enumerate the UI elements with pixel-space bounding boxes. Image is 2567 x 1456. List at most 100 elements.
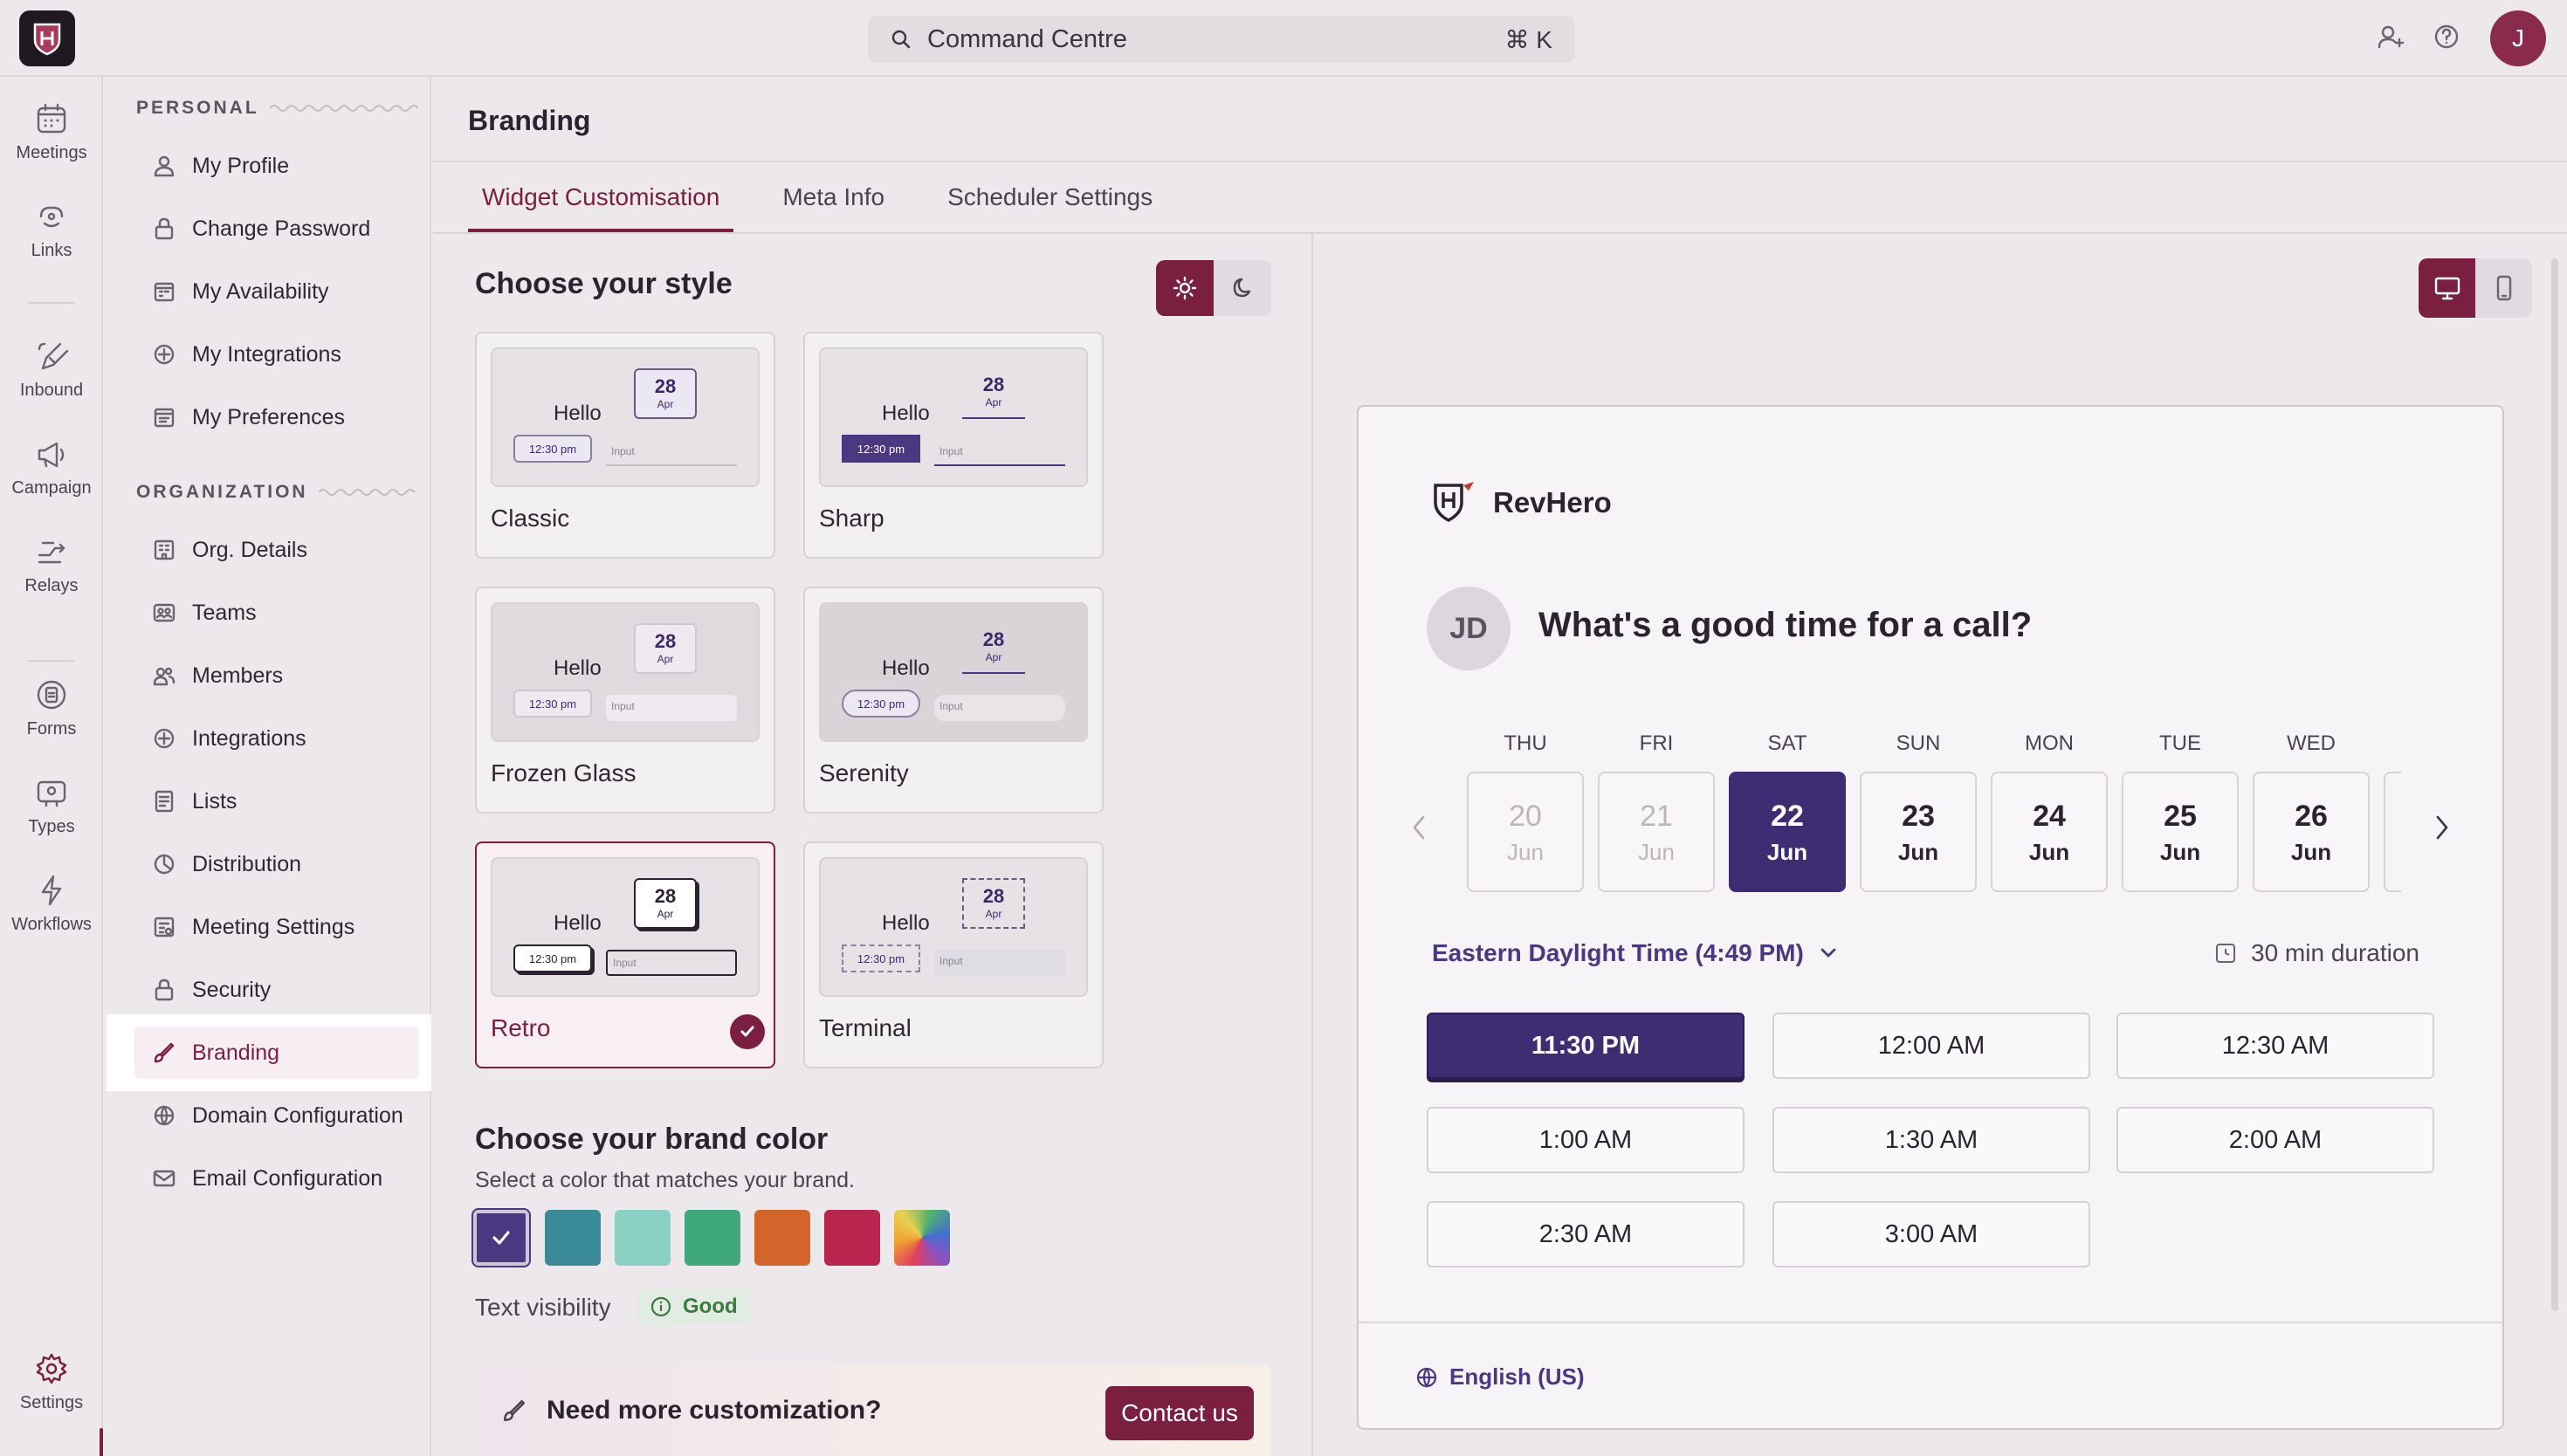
rail-workflows[interactable]: Workflows — [0, 873, 103, 935]
color-swatch-teal[interactable] — [545, 1210, 601, 1266]
dark-mode-button[interactable] — [1214, 260, 1271, 316]
rail-label: Settings — [19, 1393, 84, 1412]
rail-relays[interactable]: Relays — [0, 534, 103, 596]
date-cell[interactable]: 26 Jun — [2253, 772, 2370, 892]
style-name: Sharp — [819, 505, 884, 532]
time-slot[interactable]: 3:00 AM — [1772, 1201, 2090, 1267]
time-slot[interactable]: 2:00 AM — [2116, 1107, 2434, 1173]
preview-hello: Hello — [554, 911, 602, 935]
time-slot[interactable]: 2:30 AM — [1427, 1201, 1745, 1267]
style-card-sharp[interactable]: Hello 28 Apr 12:30 pm Input Sharp — [803, 332, 1104, 559]
sidebar-item-domain-configuration[interactable]: Domain Configuration — [134, 1089, 419, 1142]
rail-campaign[interactable]: Campaign — [0, 436, 103, 498]
availability-icon — [154, 282, 175, 302]
sidebar-item-email-configuration[interactable]: Email Configuration — [134, 1152, 419, 1205]
rail-label: Campaign — [11, 478, 92, 498]
command-centre-search[interactable]: Command Centre ⌘ K — [868, 16, 1575, 63]
date-cell[interactable]: 23 Jun — [1860, 772, 1977, 892]
brush-icon — [504, 1400, 525, 1421]
preview-input: Input — [934, 950, 1065, 976]
sidebar-item-lists[interactable]: Lists — [134, 775, 419, 828]
color-swatch-green[interactable] — [685, 1210, 740, 1266]
color-swatch-orange[interactable] — [754, 1210, 810, 1266]
rail-divider — [28, 302, 75, 304]
color-swatch-custom[interactable] — [894, 1210, 950, 1266]
sidebar-item-change-password[interactable]: Change Password — [134, 203, 419, 255]
preview-date: 28 Apr — [962, 623, 1025, 674]
preview-hello: Hello — [554, 402, 602, 425]
chevron-left-icon[interactable] — [1407, 812, 1432, 843]
help-icon[interactable] — [2433, 23, 2460, 51]
search-icon — [891, 30, 911, 49]
style-card-frozen-glass[interactable]: Hello 28 Apr 12:30 pm Input Frozen Glass — [475, 587, 775, 814]
user-avatar[interactable]: J — [2490, 10, 2546, 66]
time-slot-selected[interactable]: 11:30 PM — [1427, 1013, 1745, 1079]
date-cell-partial — [2384, 772, 2401, 892]
color-swatch-purple[interactable] — [471, 1208, 531, 1267]
globe-icon — [1416, 1367, 1437, 1388]
color-swatch-crimson[interactable] — [824, 1210, 880, 1266]
rail-inbound[interactable]: Inbound — [0, 339, 103, 401]
color-swatch-mint[interactable] — [615, 1210, 671, 1266]
sidebar-item-members[interactable]: Members — [134, 649, 419, 702]
sidebar-item-meeting-settings[interactable]: Meeting Settings — [134, 901, 419, 953]
chevron-right-icon[interactable] — [2429, 812, 2453, 843]
preview-hello: Hello — [882, 911, 930, 935]
time-slot[interactable]: 12:00 AM — [1772, 1013, 2090, 1079]
mobile-preview-button[interactable] — [2475, 258, 2532, 318]
style-preview: Hello 28 Apr 12:30 pm Input — [819, 347, 1088, 487]
rail-settings[interactable]: Settings — [0, 1351, 103, 1413]
sidebar-item-my-availability[interactable]: My Availability — [134, 265, 419, 318]
tab-widget-customisation[interactable]: Widget Customisation — [468, 175, 734, 232]
timezone-selector[interactable]: Eastern Daylight Time (4:49 PM) — [1432, 939, 1839, 967]
tab-meta-info[interactable]: Meta Info — [768, 175, 898, 232]
command-centre-label: Command Centre — [927, 24, 1127, 53]
style-card-retro[interactable]: Hello 28 Apr 12:30 pm Input Retro — [475, 841, 775, 1068]
weekday-label: FRI — [1639, 731, 1674, 755]
preview-scrollbar[interactable] — [2551, 258, 2558, 1311]
time-slot[interactable]: 12:30 AM — [2116, 1013, 2434, 1079]
style-card-terminal[interactable]: Hello 28 Apr 12:30 pm Input Terminal — [803, 841, 1104, 1068]
style-card-classic[interactable]: Hello 28 Apr 12:30 pm Input Classic — [475, 332, 775, 559]
preview-input: Input — [934, 695, 1065, 721]
add-user-icon[interactable] — [2377, 23, 2405, 51]
sidebar-item-org-details[interactable]: Org. Details — [134, 524, 419, 576]
booking-widget-preview — [1357, 405, 2504, 1430]
date-cell[interactable]: 25 Jun — [2122, 772, 2239, 892]
date-cell-selected[interactable]: 22 Jun — [1729, 772, 1846, 892]
section-heading-personal: PERSONAL — [136, 98, 418, 119]
tab-scheduler-settings[interactable]: Scheduler Settings — [933, 175, 1167, 232]
sidebar-item-branding[interactable]: Branding — [134, 1027, 419, 1079]
preview-time: 12:30 pm — [513, 690, 592, 718]
clock-icon — [2216, 944, 2235, 963]
sidebar-item-teams[interactable]: Teams — [134, 587, 419, 639]
style-name: Terminal — [819, 1014, 912, 1041]
brand-color-heading: Choose your brand color — [475, 1123, 829, 1156]
rail-meetings[interactable]: Meetings — [0, 101, 103, 163]
sidebar-item-integrations[interactable]: Integrations — [134, 712, 419, 765]
sidebar-item-security[interactable]: Security — [134, 964, 419, 1016]
rail-label: Links — [31, 241, 72, 260]
time-slot[interactable]: 1:00 AM — [1427, 1107, 1745, 1173]
sidebar-item-my-profile[interactable]: My Profile — [134, 140, 419, 192]
desktop-preview-button[interactable] — [2419, 258, 2475, 318]
sidebar-item-my-integrations[interactable]: My Integrations — [134, 328, 419, 381]
wave-decoration-icon — [269, 105, 418, 112]
language-selector[interactable]: English (US) — [1414, 1363, 1585, 1391]
weekday-label: SUN — [1896, 731, 1941, 755]
rail-links[interactable]: Links — [0, 199, 103, 261]
rail-forms[interactable]: Forms — [0, 677, 103, 739]
app-logo[interactable] — [19, 10, 75, 66]
user-icon — [154, 155, 175, 177]
style-preview: Hello 28 Apr 12:30 pm Input — [819, 857, 1088, 997]
light-mode-button[interactable] — [1156, 260, 1214, 316]
style-card-serenity[interactable]: Hello 28 Apr 12:30 pm Input Serenity — [803, 587, 1104, 814]
weekday-label: THU — [1504, 731, 1547, 755]
date-cell[interactable]: 24 Jun — [1991, 772, 2108, 892]
sidebar-item-distribution[interactable]: Distribution — [134, 838, 419, 890]
contact-us-button[interactable]: Contact us — [1105, 1386, 1254, 1440]
preview-time: 12:30 pm — [513, 435, 592, 463]
rail-types[interactable]: Types — [0, 775, 103, 837]
sidebar-item-my-preferences[interactable]: My Preferences — [134, 391, 419, 443]
time-slot[interactable]: 1:30 AM — [1772, 1107, 2090, 1173]
